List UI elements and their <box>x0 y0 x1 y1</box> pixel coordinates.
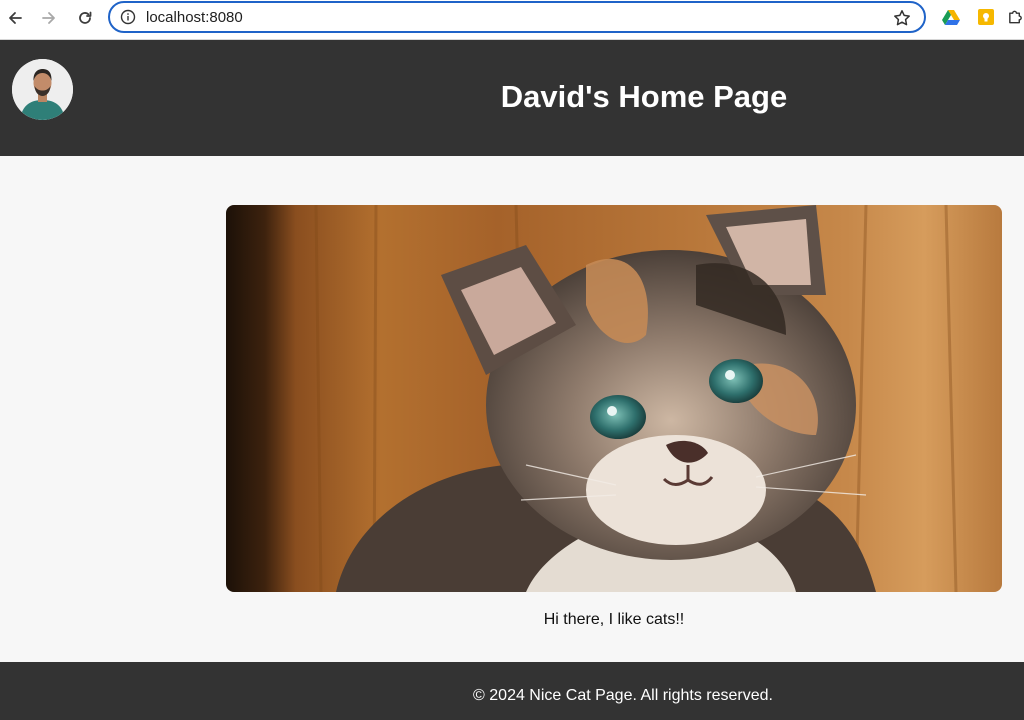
kitten-illustration <box>226 205 1002 592</box>
page-title: David's Home Page <box>500 79 788 114</box>
google-drive-extension[interactable] <box>940 6 962 28</box>
extensions-menu-button[interactable] <box>1007 6 1024 28</box>
cat-image <box>226 205 1002 592</box>
site-info-button[interactable] <box>120 9 136 25</box>
back-button[interactable] <box>3 6 27 30</box>
page-caption: Hi there, I like cats!! <box>543 611 685 628</box>
site-footer: © 2024 Nice Cat Page. All rights reserve… <box>0 662 1024 720</box>
arrow-right-icon <box>42 12 55 24</box>
reload-button[interactable] <box>73 6 97 30</box>
star-icon <box>894 10 910 26</box>
google-keep-icon <box>978 9 994 25</box>
copyright-text: © 2024 Nice Cat Page. All rights reserve… <box>473 687 773 704</box>
url-text[interactable]: localhost:8080 <box>146 9 243 27</box>
forward-button[interactable] <box>37 6 61 30</box>
avatar <box>12 59 73 120</box>
google-drive-icon <box>942 10 960 25</box>
profile-photo <box>12 59 73 120</box>
address-bar[interactable]: localhost:8080 <box>108 1 926 33</box>
google-keep-extension[interactable] <box>975 6 997 28</box>
puzzle-icon <box>1009 10 1022 24</box>
reload-icon <box>79 11 92 24</box>
arrow-left-icon <box>9 12 22 24</box>
info-icon <box>120 9 136 25</box>
browser-toolbar: localhost:8080 <box>0 0 1024 40</box>
bookmark-button[interactable] <box>892 8 912 28</box>
site-header: David's Home Page <box>0 40 1024 156</box>
